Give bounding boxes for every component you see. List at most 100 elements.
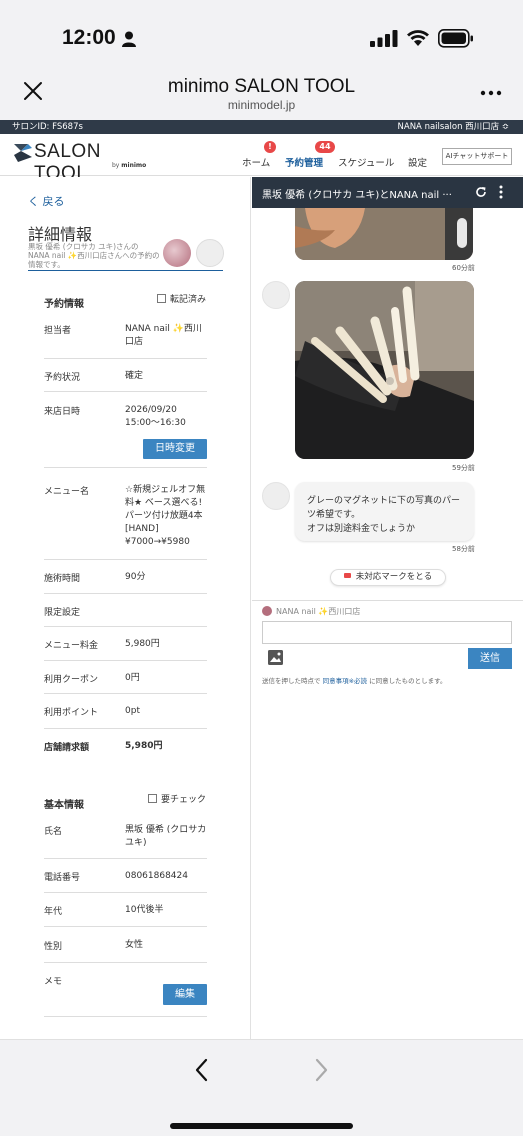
field-value: 黒坂 優希 (クロサカ ユキ) (125, 825, 207, 848)
row-coupon: 利用クーポン 0円 (44, 661, 207, 694)
notice-suffix: に同意したものとします。 (369, 677, 447, 685)
row-memo: メモ 編集 (44, 963, 207, 1017)
field-label: メニュー名 (44, 487, 90, 497)
field-value: 5,980円 (125, 741, 163, 751)
reservations-count-badge: 44 (315, 141, 335, 153)
message-line: オフは別途料金でしょうか (307, 524, 416, 534)
back-arrow-icon[interactable] (192, 1057, 212, 1083)
mark-button-label: 未対応マークをとる (355, 572, 433, 582)
logo-byline: by minimo (112, 162, 146, 169)
subtitle-line: 黒坂 優希 (クロサカ ユキ)さんの (28, 242, 139, 251)
image-upload-icon[interactable] (267, 649, 284, 666)
status-bar: 12:00 (0, 0, 523, 70)
subtitle-line: NANA nail ✨西川口店さんへの予約の (28, 251, 160, 260)
chat-photo[interactable] (295, 281, 474, 459)
home-alert-badge: ! (264, 141, 276, 153)
ai-chat-support-button[interactable]: AIチャットサポート (442, 148, 512, 165)
chat-photo[interactable] (295, 208, 473, 260)
browser-header: minimo SALON TOOL minimodel.jp (0, 70, 523, 120)
kebab-menu-icon[interactable] (499, 185, 503, 199)
field-label: 性別 (44, 942, 63, 952)
field-value: 女性 (125, 940, 144, 950)
field-label: 年代 (44, 907, 63, 917)
edit-button[interactable]: 編集 (163, 984, 207, 1005)
checkbox-label: 要チェック (161, 795, 207, 805)
salon-tool-logo[interactable]: SALON TOOL by minimo (12, 141, 152, 184)
browser-url: minimodel.jp (227, 98, 296, 112)
more-icon[interactable] (480, 82, 502, 104)
chat-title: 黒坂 優希 (クロサカ ユキ)とNANA nail ··· (262, 190, 452, 201)
field-value: 2026/09/20 15:00〜16:30 (125, 405, 186, 428)
tag-icon (343, 573, 351, 578)
field-label: 利用クーポン (44, 675, 99, 685)
row-menu-price: メニュー料金 5,980円 (44, 627, 207, 661)
chat-message-bubble: グレーのマグネットに下の写真のパー ツ希望です。 オフは別途料金でしょうか (295, 482, 474, 541)
terms-link[interactable]: 同意事項※必読 (323, 677, 367, 685)
nail-photo-image (295, 281, 474, 459)
send-button[interactable]: 送信 (468, 648, 512, 669)
row-duration: 施術時間 90分 (44, 560, 207, 594)
salon-avatar (163, 239, 191, 267)
field-label: 担当者 (44, 326, 72, 336)
field-label: 利用ポイント (44, 708, 99, 718)
store-selector[interactable]: NANA nailsalon 西川口店 ≎ (398, 120, 509, 134)
row-limited: 限定設定 (44, 594, 207, 627)
logo-mark-icon (14, 144, 32, 162)
salon-id: サロンID: FS687s (12, 122, 83, 132)
chat-header: 黒坂 優希 (クロサカ ユキ)とNANA nail ··· (252, 177, 523, 208)
status-time: 12:00 (62, 26, 116, 49)
subtitle-line: 情報です。 (28, 260, 65, 269)
row-visit-datetime: 来店日時 2026/09/20 15:00〜16:30 日時変更 (44, 392, 207, 468)
battery-icon (438, 29, 473, 48)
message-input[interactable] (262, 621, 512, 644)
field-value: 0pt (125, 706, 140, 716)
field-label: 電話番号 (44, 873, 81, 883)
person-icon (122, 31, 136, 47)
checkbox-box[interactable] (157, 294, 166, 303)
message-text: グレーのマグネットに下の写真のパー ツ希望です。 オフは別途料金でしょうか (307, 494, 460, 536)
reservation-heading: 予約情報 (44, 299, 84, 310)
change-datetime-button[interactable]: 日時変更 (143, 439, 207, 459)
logo-by: by (112, 162, 120, 169)
signal-icon (370, 30, 398, 47)
customer-avatar (196, 239, 224, 267)
nav-home[interactable]: ホーム (242, 155, 270, 169)
forward-arrow-icon[interactable] (311, 1057, 331, 1083)
transcribed-checkbox[interactable]: 転記済み (157, 292, 206, 305)
row-name: 氏名 黒坂 優希 (クロサカ ユキ) (44, 815, 207, 859)
remove-unhandled-mark-button[interactable]: 未対応マークをとる (330, 569, 446, 586)
refresh-icon[interactable] (475, 186, 487, 198)
sender-label: NANA nail ✨西川口店 (262, 606, 360, 617)
customer-avatar (262, 482, 290, 510)
browser-toolbar (0, 1039, 523, 1136)
wifi-icon (407, 30, 429, 46)
nav-schedule[interactable]: スケジュール (338, 155, 394, 169)
title-underline (28, 270, 223, 271)
field-label: 施術時間 (44, 574, 81, 584)
app-header: SALON TOOL by minimo ホーム ! 予約管理 44 スケジュー… (0, 134, 523, 184)
checkbox-box[interactable] (148, 794, 157, 803)
sender-name: NANA nail ✨西川口店 (276, 607, 361, 616)
field-value: 90分 (125, 572, 146, 582)
timestamp: 59分前 (452, 464, 475, 472)
browser-title: minimo SALON TOOL (167, 76, 356, 97)
row-menu: メニュー名 ☆新規ジェルオフ無料★ ベース選べる! パーツ付け放題4本[HAND… (44, 468, 207, 560)
logo-brand: minimo (121, 162, 147, 169)
back-link[interactable]: く 戻る (28, 193, 65, 209)
field-value: NANA nail ✨西川口店 (125, 324, 202, 347)
needs-check-checkbox[interactable]: 要チェック (148, 792, 206, 805)
field-value: 10代後半 (125, 905, 164, 915)
nail-photo-image (295, 208, 473, 260)
detail-panel: く 戻る 詳細情報 黒坂 優希 (クロサカ ユキ)さんの NANA nail ✨… (0, 177, 251, 1039)
nav-settings[interactable]: 設定 (408, 155, 427, 169)
avatars (163, 239, 224, 267)
field-value: 08061868424 (125, 871, 188, 881)
field-label: 限定設定 (44, 608, 81, 618)
customer-avatar (262, 281, 290, 309)
row-gender: 性別 女性 (44, 927, 207, 963)
field-label: 店舗請求額 (44, 743, 90, 753)
checkbox-label: 転記済み (170, 295, 207, 305)
field-label: メニュー料金 (44, 641, 99, 651)
nav-reservations[interactable]: 予約管理 (285, 155, 323, 169)
field-value: 5,980円 (125, 639, 160, 649)
